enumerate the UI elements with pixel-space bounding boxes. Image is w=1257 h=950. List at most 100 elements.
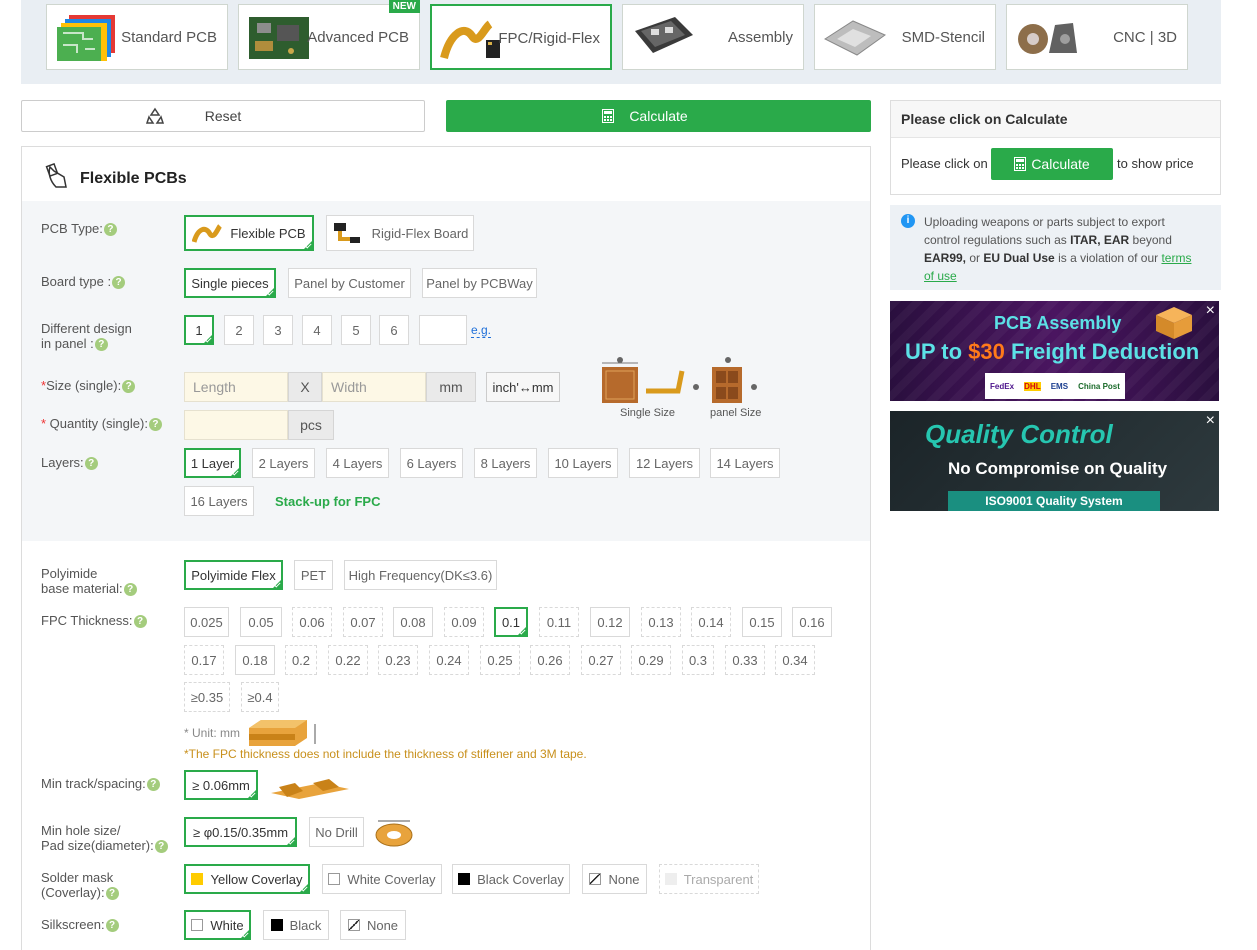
- silkscreen-white[interactable]: White: [184, 910, 251, 940]
- coverlay-transparent[interactable]: Transparent: [659, 864, 759, 894]
- thickness-option[interactable]: 0.17: [184, 645, 224, 675]
- layers-option-1[interactable]: 1 Layer: [184, 448, 241, 478]
- thickness-option[interactable]: 0.18: [235, 645, 275, 675]
- fpc-thickness-label: FPC Thickness:?: [41, 613, 147, 629]
- thickness-option[interactable]: 0.06: [292, 607, 332, 637]
- coverlay-black[interactable]: Black Coverlay: [452, 864, 570, 894]
- thickness-option[interactable]: 0.025: [184, 607, 229, 637]
- layers-option-10[interactable]: 10 Layers: [548, 448, 618, 478]
- thickness-option[interactable]: ≥0.35: [184, 682, 230, 712]
- tab-standard-pcb[interactable]: Standard PCB: [46, 4, 228, 70]
- thickness-option[interactable]: 0.07: [343, 607, 383, 637]
- reset-button[interactable]: Reset: [21, 100, 425, 132]
- tab-fpc-rigid-flex[interactable]: FPC/Rigid-Flex: [430, 4, 612, 70]
- layers-option-4[interactable]: 4 Layers: [326, 448, 389, 478]
- thickness-option[interactable]: 0.16: [792, 607, 832, 637]
- tab-smd-stencil[interactable]: SMD-Stencil: [814, 4, 996, 70]
- thickness-option[interactable]: 0.34: [775, 645, 815, 675]
- help-icon[interactable]: ?: [154, 840, 168, 854]
- thickness-option[interactable]: 0.12: [590, 607, 630, 637]
- layers-option-16[interactable]: 16 Layers: [184, 486, 254, 516]
- calculate-button[interactable]: Calculate: [446, 100, 871, 132]
- eg-link[interactable]: e.g.: [471, 323, 492, 338]
- none-swatch-icon: [589, 873, 602, 885]
- tab-advanced-pcb[interactable]: Advanced PCB NEW: [238, 0, 420, 70]
- min-track-option[interactable]: ≥ 0.06mm: [184, 770, 258, 800]
- pcb-assembly-ad[interactable]: PCB Assembly UP to $30 Freight Deduction…: [890, 301, 1219, 401]
- coverlay-none[interactable]: None: [582, 864, 647, 894]
- coverlay-white[interactable]: White Coverlay: [322, 864, 442, 894]
- help-icon[interactable]: ?: [94, 338, 108, 352]
- width-input[interactable]: Width: [322, 372, 426, 402]
- design-option-3[interactable]: 3: [263, 315, 293, 345]
- thickness-option[interactable]: 0.05: [240, 607, 282, 637]
- thickness-option[interactable]: 0.25: [480, 645, 520, 675]
- length-input[interactable]: Length: [184, 372, 288, 402]
- layers-option-6[interactable]: 6 Layers: [400, 448, 463, 478]
- help-icon[interactable]: ?: [123, 583, 137, 597]
- thickness-option[interactable]: 0.3: [682, 645, 714, 675]
- thickness-option[interactable]: 0.27: [581, 645, 621, 675]
- tab-assembly[interactable]: Assembly: [622, 4, 804, 70]
- close-icon[interactable]: ×: [1206, 413, 1215, 429]
- help-icon[interactable]: ?: [122, 380, 136, 394]
- option-label: High Frequency(DK≤3.6): [348, 567, 493, 583]
- silkscreen-black[interactable]: Black: [263, 910, 329, 940]
- design-option-6[interactable]: 6: [379, 315, 409, 345]
- quality-control-ad[interactable]: Quality Control No Compromise on Quality…: [890, 411, 1219, 511]
- thickness-option[interactable]: 0.11: [539, 607, 579, 637]
- thickness-option[interactable]: 0.15: [742, 607, 782, 637]
- help-icon[interactable]: ?: [112, 276, 126, 290]
- thickness-option[interactable]: 0.09: [444, 607, 484, 637]
- thickness-option[interactable]: 0.2: [285, 645, 317, 675]
- layers-option-14[interactable]: 14 Layers: [710, 448, 780, 478]
- option-single-pieces[interactable]: Single pieces: [184, 268, 276, 298]
- thickness-option[interactable]: 0.13: [641, 607, 681, 637]
- min-hole-option[interactable]: ≥ φ0.15/0.35mm: [184, 817, 297, 847]
- price-box: Please click on Calculate Please click o…: [890, 100, 1221, 195]
- thickness-option[interactable]: 0.23: [378, 645, 418, 675]
- material-pet[interactable]: PET: [294, 560, 333, 590]
- material-polyimide-flex[interactable]: Polyimide Flex: [184, 560, 283, 590]
- option-panel-by-pcbway[interactable]: Panel by PCBWay: [422, 268, 537, 298]
- design-custom-input[interactable]: [419, 315, 467, 345]
- thickness-option[interactable]: 0.08: [393, 607, 433, 637]
- stackup-link[interactable]: Stack-up for FPC: [275, 494, 380, 509]
- option-rigid-flex-board[interactable]: Rigid-Flex Board: [326, 215, 474, 251]
- material-high-frequency[interactable]: High Frequency(DK≤3.6): [344, 560, 497, 590]
- design-option-5[interactable]: 5: [341, 315, 371, 345]
- close-icon[interactable]: ×: [1206, 303, 1215, 319]
- thickness-option[interactable]: 0.22: [328, 645, 368, 675]
- layers-option-12[interactable]: 12 Layers: [629, 448, 700, 478]
- thickness-option[interactable]: 0.24: [429, 645, 469, 675]
- help-icon[interactable]: ?: [146, 778, 160, 792]
- layers-option-2[interactable]: 2 Layers: [252, 448, 315, 478]
- layers-option-8[interactable]: 8 Layers: [474, 448, 537, 478]
- quantity-input[interactable]: [184, 410, 288, 440]
- thickness-option[interactable]: 0.29: [631, 645, 671, 675]
- design-option-2[interactable]: 2: [224, 315, 254, 345]
- thickness-option-selected[interactable]: 0.1: [494, 607, 528, 637]
- silkscreen-none[interactable]: None: [340, 910, 406, 940]
- design-option-1[interactable]: 1: [184, 315, 214, 345]
- thickness-option[interactable]: ≥0.4: [241, 682, 279, 712]
- help-icon[interactable]: ?: [105, 887, 119, 901]
- help-icon[interactable]: ?: [133, 615, 147, 629]
- recycle-icon: [146, 107, 164, 124]
- help-icon[interactable]: ?: [105, 919, 119, 933]
- thickness-option[interactable]: 0.14: [691, 607, 731, 637]
- help-icon[interactable]: ?: [84, 457, 98, 471]
- option-label: 0.17: [191, 652, 217, 668]
- inch-mm-toggle-button[interactable]: inch'↔mm: [486, 372, 560, 402]
- price-calculate-button[interactable]: Calculate: [991, 148, 1113, 180]
- no-drill-option[interactable]: No Drill: [309, 817, 364, 847]
- option-flexible-pcb[interactable]: Flexible PCB: [184, 215, 314, 251]
- design-option-4[interactable]: 4: [302, 315, 332, 345]
- coverlay-yellow[interactable]: Yellow Coverlay: [184, 864, 310, 894]
- help-icon[interactable]: ?: [103, 223, 117, 237]
- option-panel-by-customer[interactable]: Panel by Customer: [288, 268, 411, 298]
- thickness-option[interactable]: 0.33: [725, 645, 765, 675]
- tab-cnc-3d[interactable]: CNC | 3D: [1006, 4, 1188, 70]
- thickness-option[interactable]: 0.26: [530, 645, 570, 675]
- help-icon[interactable]: ?: [148, 418, 162, 432]
